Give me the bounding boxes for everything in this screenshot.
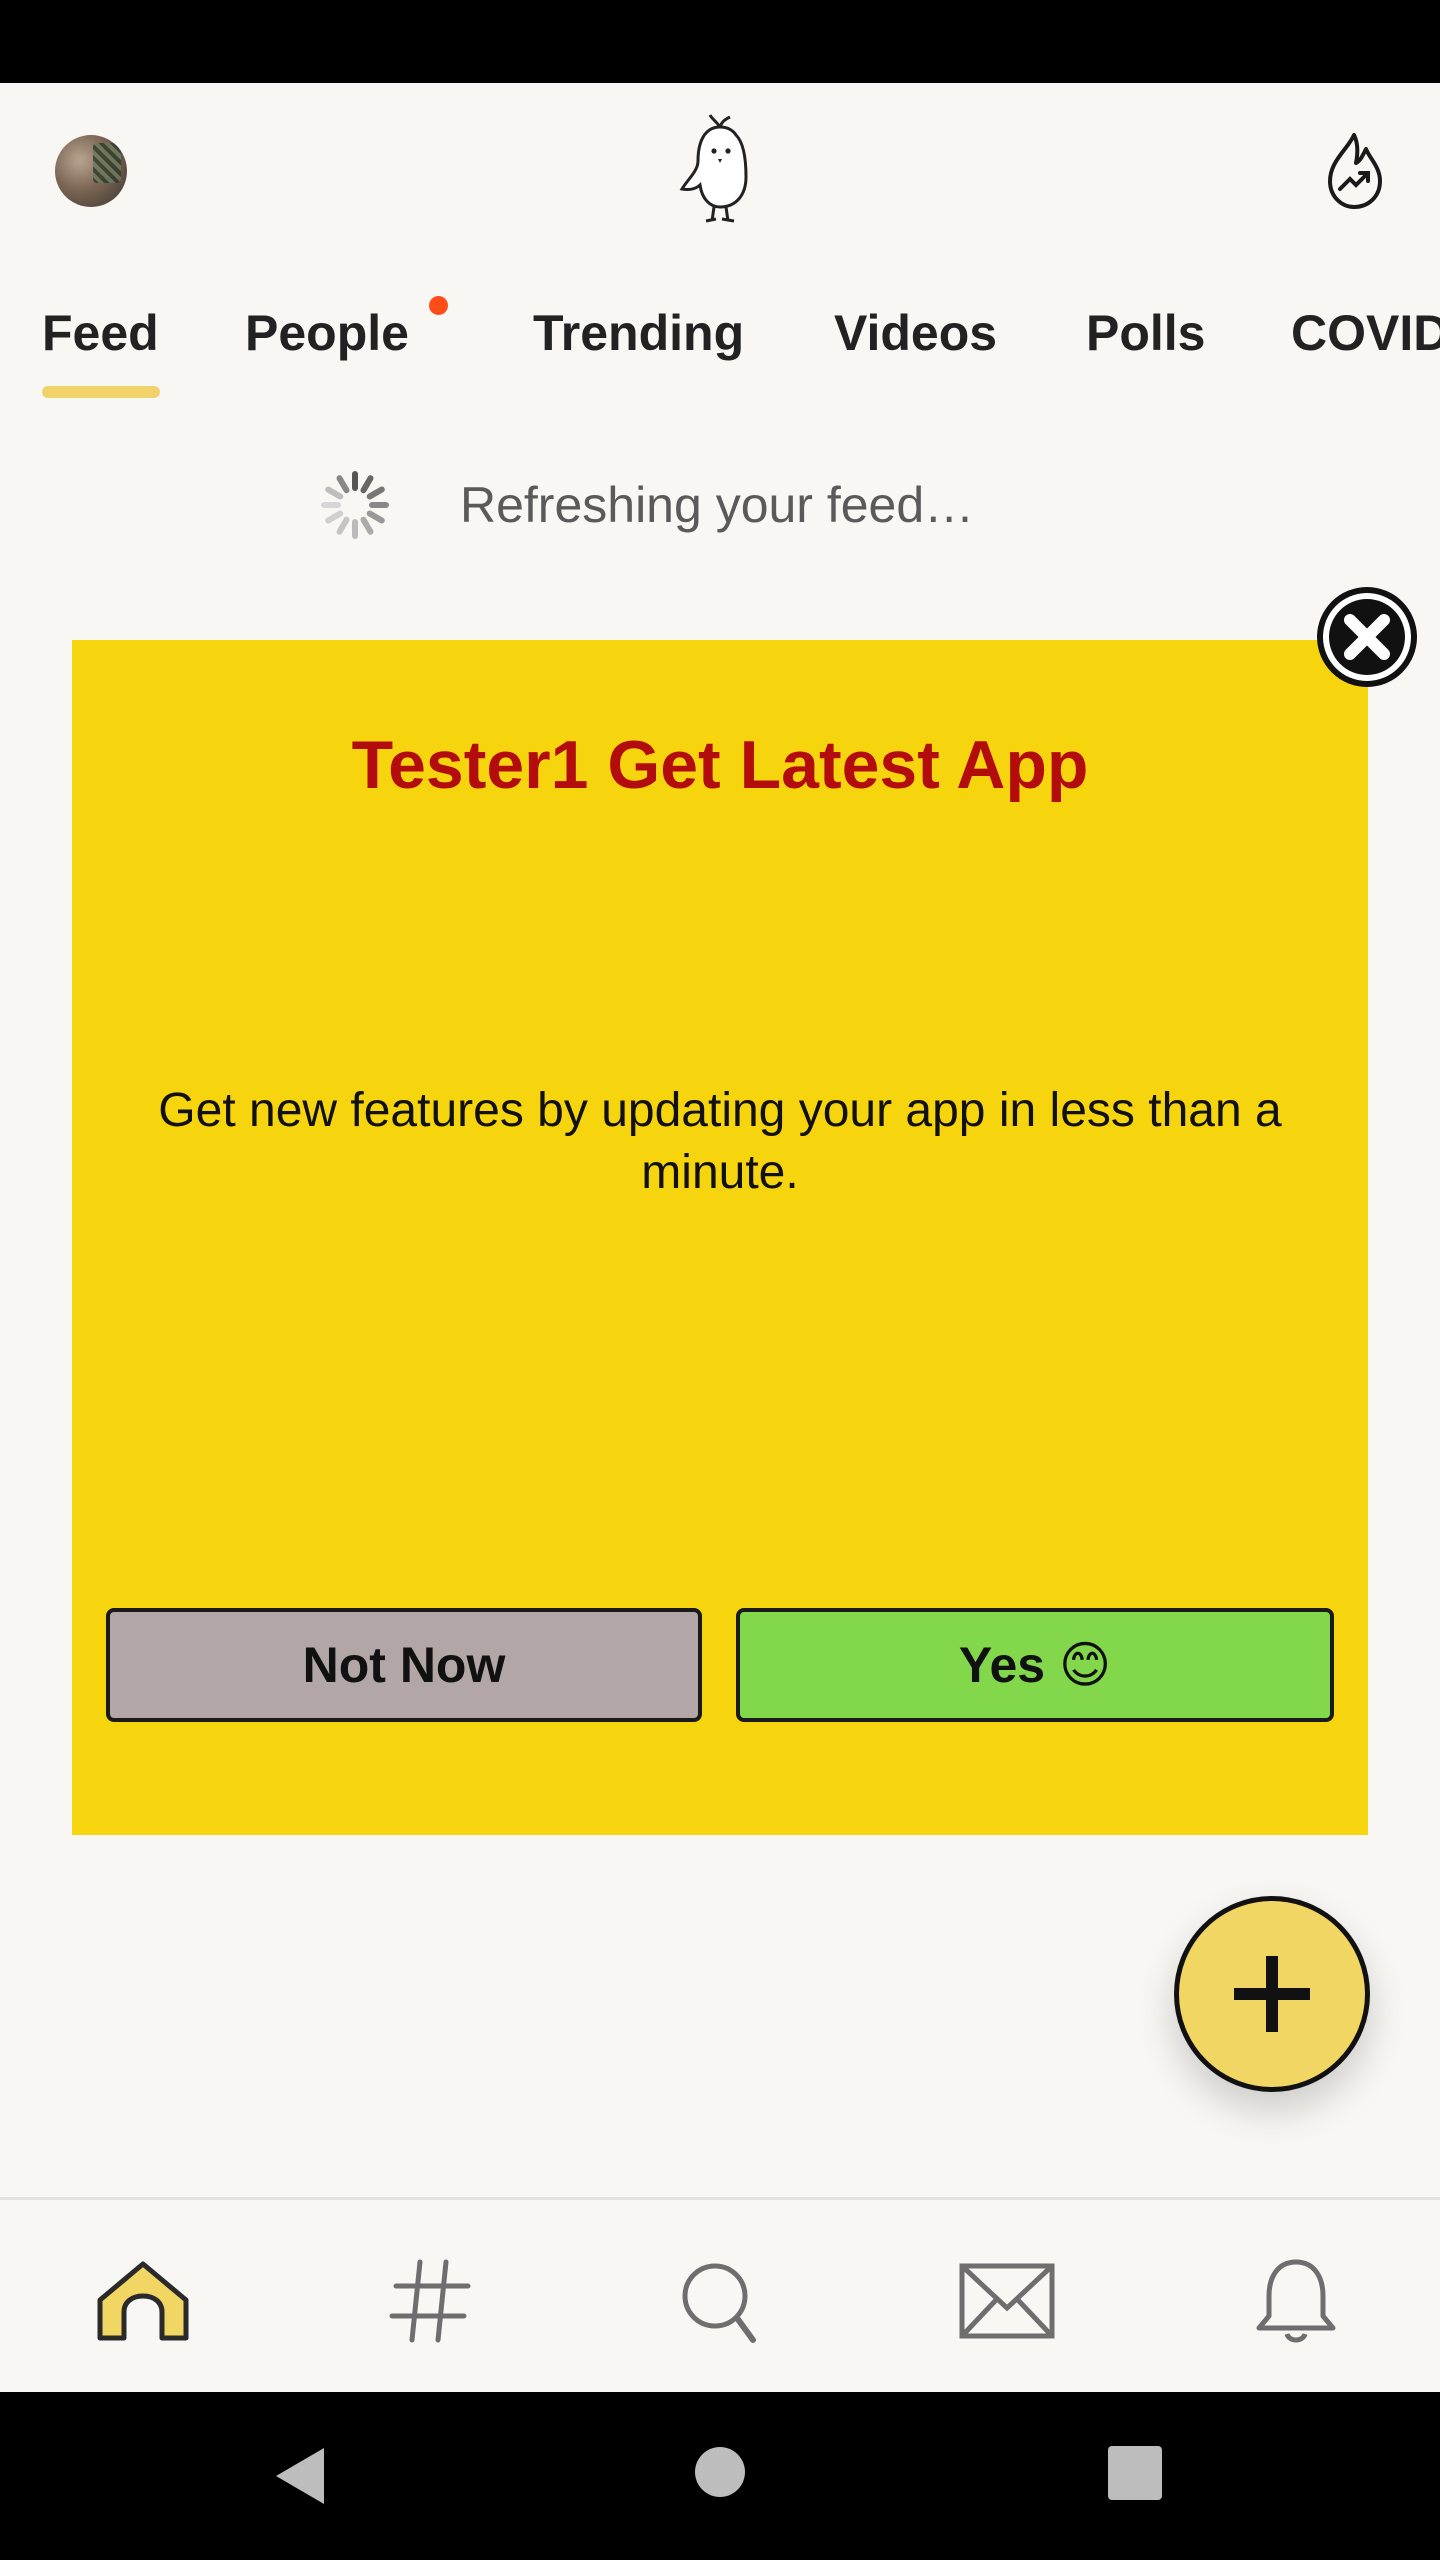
tab-polls[interactable]: Polls [1086,303,1205,363]
mail-icon[interactable] [952,2256,1062,2346]
feed-tabs: Feed People Trending Videos Polls COVID [0,263,1440,403]
update-app-dialog: Tester1 Get Latest App Get new features … [72,640,1368,1835]
home-icon[interactable] [88,2256,198,2346]
back-icon[interactable] [270,2444,330,2508]
dialog-title: Tester1 Get Latest App [351,727,1089,803]
tab-people[interactable]: People [245,303,409,363]
loading-spinner-icon [321,471,389,539]
close-dialog-icon[interactable] [1312,582,1422,692]
bottom-navigation [0,2197,1440,2395]
not-now-button[interactable]: Not Now [106,1608,702,1722]
plus-icon [1234,1956,1310,2032]
refresh-status: Refreshing your feed… [0,460,1440,550]
tab-covid[interactable]: COVID [1291,303,1440,363]
search-icon[interactable] [665,2256,775,2346]
yes-update-button[interactable]: Yes 😊 [736,1608,1334,1722]
recents-square-icon[interactable] [1108,2446,1162,2500]
active-tab-indicator [42,386,160,398]
hashtag-icon[interactable] [376,2256,486,2346]
refresh-text: Refreshing your feed… [460,477,975,533]
create-post-button[interactable] [1174,1896,1370,2092]
system-navigation-bar [0,2392,1440,2560]
koo-bird-logo-icon [679,114,748,223]
status-bar [0,0,1440,83]
tab-videos[interactable]: Videos [834,303,997,363]
flame-trending-icon[interactable] [1318,131,1390,211]
people-notification-dot [429,296,448,315]
bell-icon[interactable] [1241,2256,1351,2346]
app-header [0,83,1440,263]
user-avatar[interactable] [55,135,127,207]
tab-trending[interactable]: Trending [533,303,744,363]
tab-feed[interactable]: Feed [42,303,159,363]
home-circle-icon[interactable] [694,2446,746,2498]
dialog-message: Get new features by updating your app in… [158,1084,1282,1199]
